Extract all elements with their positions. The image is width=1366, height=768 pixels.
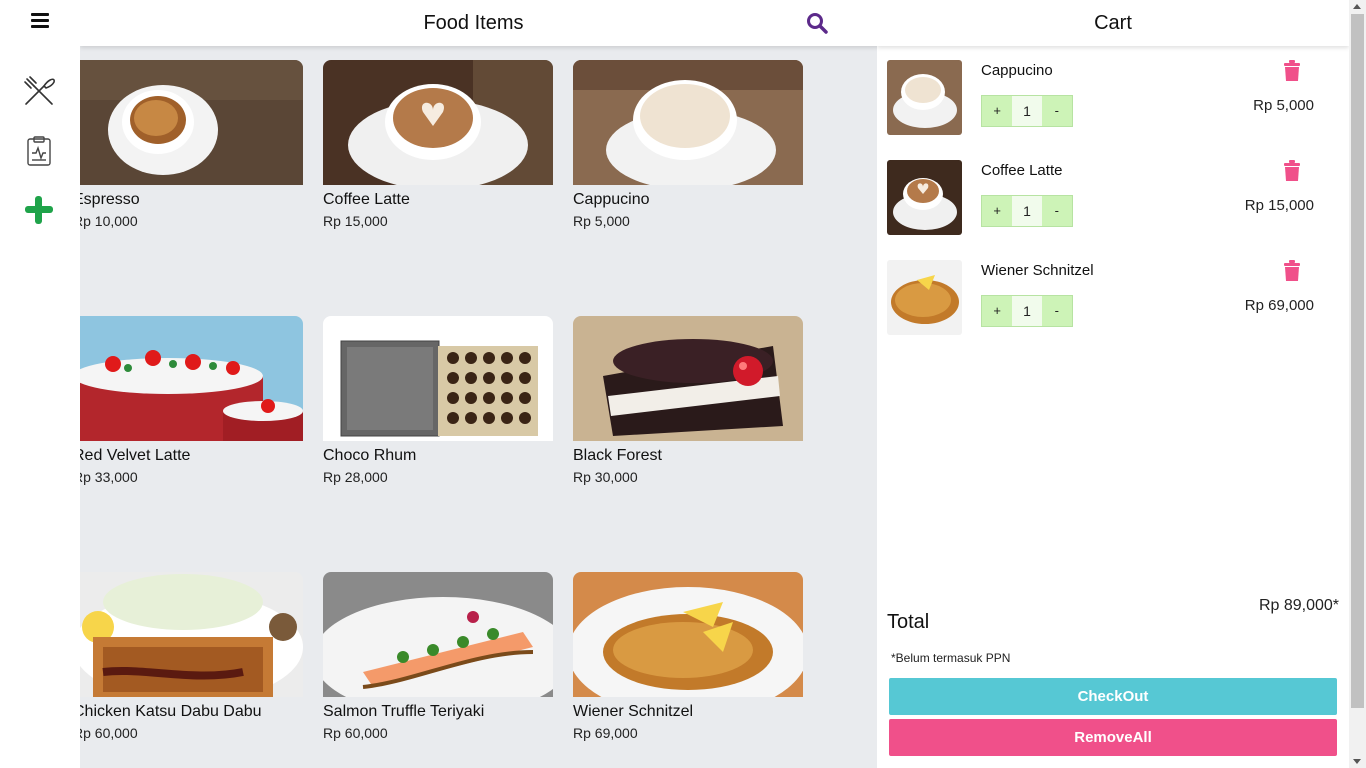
product-card-espresso[interactable]: Espresso Rp 10,000 xyxy=(80,60,303,240)
increase-button[interactable]: + xyxy=(982,196,1013,226)
cart-item-image xyxy=(887,60,962,135)
product-name: Red Velvet Latte xyxy=(80,447,191,464)
scroll-down-arrow-icon[interactable] xyxy=(1353,759,1361,764)
product-name: Cappucino xyxy=(573,191,650,208)
clipboard-icon[interactable] xyxy=(22,134,56,168)
salmon-truffle-image xyxy=(323,572,553,697)
product-card-choco-rhum[interactable]: Choco Rhum Rp 28,000 xyxy=(323,316,553,496)
product-price: Rp 15,000 xyxy=(323,213,388,229)
page-scrollbar[interactable] xyxy=(1349,0,1366,768)
product-card-red-velvet-latte[interactable]: Red Velvet Latte Rp 33,000 xyxy=(80,316,303,496)
product-card-black-forest[interactable]: Black Forest Rp 30,000 xyxy=(573,316,803,496)
choco-rhum-image xyxy=(323,316,553,441)
product-name: Chicken Katsu Dabu Dabu xyxy=(80,703,262,720)
product-name: Coffee Latte xyxy=(323,191,410,208)
hamburger-menu-icon[interactable] xyxy=(31,13,49,28)
sidebar xyxy=(0,0,80,768)
quantity-value[interactable]: 1 xyxy=(1012,296,1042,326)
utensils-icon[interactable] xyxy=(22,74,56,108)
product-card-cappucino[interactable]: Cappucino Rp 5,000 xyxy=(573,60,803,240)
quantity-stepper: + 1 - xyxy=(981,295,1073,327)
cart-item-price: Rp 15,000 xyxy=(1244,197,1314,214)
product-name: Salmon Truffle Teriyaki xyxy=(323,703,485,720)
product-price: Rp 10,000 xyxy=(80,213,138,229)
product-price: Rp 28,000 xyxy=(323,469,388,485)
product-name: Black Forest xyxy=(573,447,662,464)
food-items-panel: Food Items Espresso Rp 10,000 Coffee Lat… xyxy=(80,0,877,768)
product-name: Espresso xyxy=(80,191,140,208)
cart-total-label: Total xyxy=(887,611,930,633)
cart-item-image xyxy=(887,160,962,235)
coffee-latte-image xyxy=(323,60,553,185)
scroll-up-arrow-icon[interactable] xyxy=(1353,4,1361,9)
product-name: Wiener Schnitzel xyxy=(573,703,694,720)
cart-panel: Cart Cappucino + 1 - Rp 5,000 Coffee Lat… xyxy=(877,0,1349,768)
product-price: Rp 33,000 xyxy=(80,469,138,485)
cart-item-price: Rp 5,000 xyxy=(1253,97,1314,114)
quantity-stepper: + 1 - xyxy=(981,195,1073,227)
tax-note: *Belum termasuk PPN xyxy=(891,651,1011,665)
trash-icon[interactable] xyxy=(1282,160,1302,182)
product-price: Rp 60,000 xyxy=(80,725,138,741)
trash-icon[interactable] xyxy=(1282,260,1302,282)
page-title: Food Items xyxy=(423,12,524,34)
decrease-button[interactable]: - xyxy=(1041,196,1072,226)
cart-item-name: Cappucino xyxy=(981,62,1053,79)
trash-icon[interactable] xyxy=(1282,60,1302,82)
product-card-salmon-truffle[interactable]: Salmon Truffle Teriyaki Rp 60,000 xyxy=(323,572,553,752)
product-price: Rp 30,000 xyxy=(573,469,638,485)
increase-button[interactable]: + xyxy=(982,296,1013,326)
cart-header: Cart xyxy=(877,0,1349,46)
cappucino-image xyxy=(573,60,803,185)
product-price: Rp 5,000 xyxy=(573,213,630,229)
chicken-katsu-image xyxy=(80,572,303,697)
wiener-schnitzel-image xyxy=(573,572,803,697)
product-name: Choco Rhum xyxy=(323,447,417,464)
red-velvet-latte-image xyxy=(80,316,303,441)
product-card-chicken-katsu[interactable]: Chicken Katsu Dabu Dabu Rp 60,000 xyxy=(80,572,303,752)
cart-item: Wiener Schnitzel + 1 - Rp 69,000 xyxy=(887,260,1342,340)
quantity-value[interactable]: 1 xyxy=(1012,96,1042,126)
plus-icon[interactable] xyxy=(22,193,56,227)
decrease-button[interactable]: - xyxy=(1041,296,1072,326)
cart-item-name: Wiener Schnitzel xyxy=(981,262,1094,279)
cart-item-name: Coffee Latte xyxy=(981,162,1063,179)
cart-total-value: Rp 89,000* xyxy=(1258,597,1339,614)
product-card-coffee-latte[interactable]: Coffee Latte Rp 15,000 xyxy=(323,60,553,240)
espresso-image xyxy=(80,60,303,185)
cart-title: Cart xyxy=(1094,12,1132,34)
quantity-stepper: + 1 - xyxy=(981,95,1073,127)
checkout-button[interactable]: CheckOut xyxy=(889,678,1337,715)
food-items-header: Food Items xyxy=(80,0,877,46)
black-forest-image xyxy=(573,316,803,441)
decrease-button[interactable]: - xyxy=(1041,96,1072,126)
product-price: Rp 69,000 xyxy=(573,725,638,741)
cart-item-price: Rp 69,000 xyxy=(1244,297,1314,314)
product-price: Rp 60,000 xyxy=(323,725,388,741)
scrollbar-thumb[interactable] xyxy=(1351,14,1364,708)
cart-item: Coffee Latte + 1 - Rp 15,000 xyxy=(887,160,1342,240)
product-card-wiener-schnitzel[interactable]: Wiener Schnitzel Rp 69,000 xyxy=(573,572,803,752)
remove-all-button[interactable]: RemoveAll xyxy=(889,719,1337,756)
quantity-value[interactable]: 1 xyxy=(1012,196,1042,226)
cart-item-image xyxy=(887,260,962,335)
cart-item: Cappucino + 1 - Rp 5,000 xyxy=(887,60,1342,140)
search-icon[interactable] xyxy=(806,12,828,34)
increase-button[interactable]: + xyxy=(982,96,1013,126)
